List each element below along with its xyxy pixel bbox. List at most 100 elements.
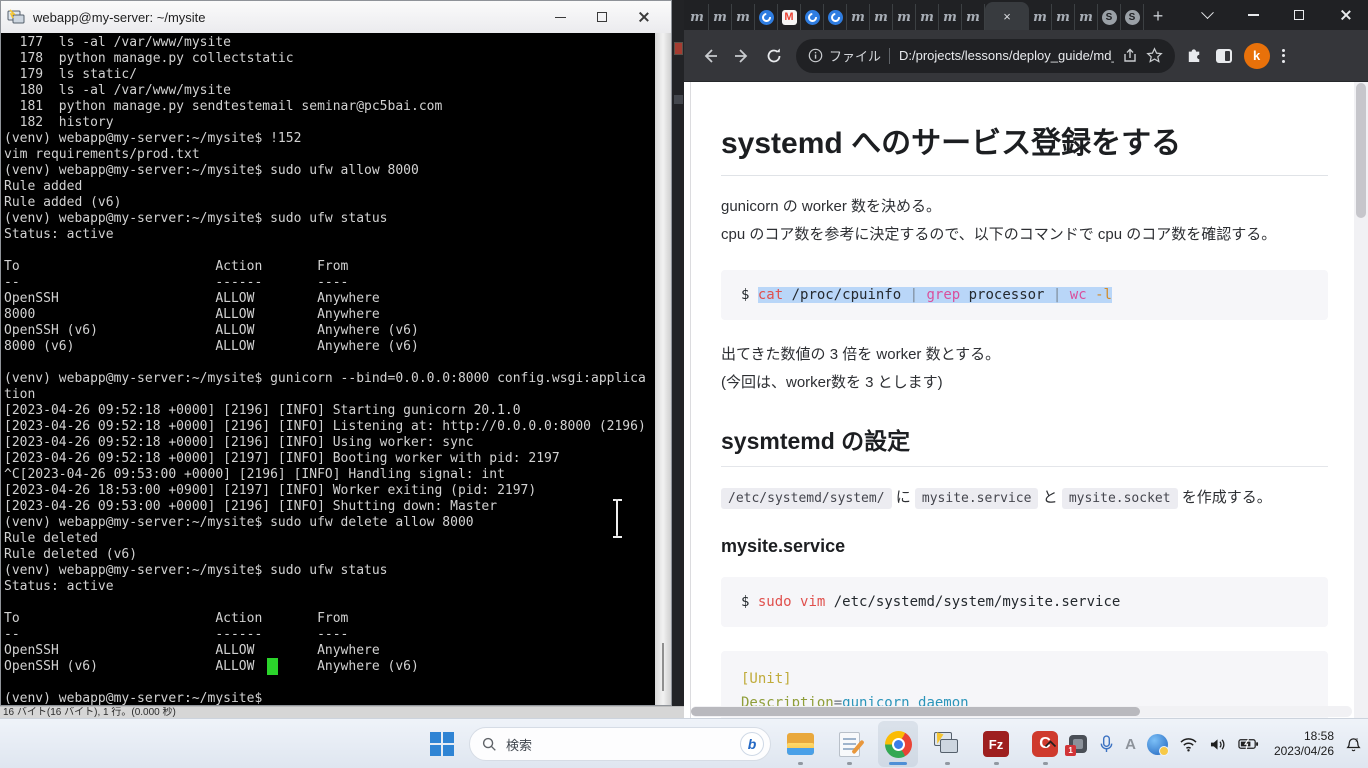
tab-md[interactable]: m — [1052, 4, 1075, 30]
active-app-indicator — [889, 762, 907, 765]
tab-blue[interactable] — [824, 4, 847, 30]
md-tab-icon: m — [1056, 10, 1070, 25]
profile-avatar[interactable]: k — [1244, 43, 1270, 69]
running-indicator — [847, 762, 852, 765]
terminal-scrollbar-thumb[interactable] — [662, 643, 664, 691]
vertical-scrollbar-thumb[interactable] — [1356, 83, 1366, 218]
browser-maximize-button[interactable] — [1276, 0, 1322, 30]
tab-search-button[interactable] — [1184, 0, 1230, 30]
globe-tab-icon: S — [1125, 10, 1140, 25]
new-tab-button[interactable]: + — [1144, 2, 1172, 30]
tab-md[interactable]: m — [1075, 4, 1098, 30]
horizontal-scrollbar-thumb[interactable] — [691, 707, 1140, 716]
volume-indicator[interactable] — [1209, 737, 1227, 752]
intro-line-2: cpu のコア数を参考に決定するので、以下のコマンドで cpu のコア数を確認す… — [721, 222, 1328, 248]
gmail-tab-icon: M — [782, 10, 797, 25]
md-tab-icon: m — [874, 10, 888, 25]
wifi-indicator[interactable] — [1179, 737, 1198, 752]
page-title: systemd へのサービス登録をする — [721, 124, 1328, 176]
tab-list: mmmMmmmmmm×mmmSS — [686, 0, 1144, 30]
back-arrow-icon — [701, 47, 719, 65]
md-tab-icon: m — [1033, 10, 1047, 25]
taskbar-app-putty[interactable] — [927, 721, 967, 767]
tab-md[interactable]: m — [709, 4, 732, 30]
notepad-icon — [839, 732, 860, 757]
windows-logo-icon — [430, 732, 454, 756]
tab-blue[interactable] — [755, 4, 778, 30]
forward-button[interactable] — [726, 40, 758, 72]
battery-charging-icon — [1238, 738, 1259, 750]
focus-assist-bell[interactable]: z — [1345, 736, 1362, 753]
putty-titlebar[interactable]: webapp@my-server: ~/mysite — [1, 1, 671, 33]
code-token: /etc/systemd/system/mysite.service — [825, 594, 1120, 610]
taskbar-clock[interactable]: 18:58 2023/04/26 — [1270, 729, 1334, 759]
putty-icon — [934, 732, 960, 756]
taskbar-search-box[interactable]: 検索 b — [469, 727, 771, 761]
tab-md[interactable]: m — [939, 4, 962, 30]
vertical-scrollbar[interactable] — [1354, 82, 1368, 718]
address-bar[interactable]: ファイル D:/projects/lessons/deploy_guide/md… — [796, 39, 1175, 73]
browser-menu-button[interactable] — [1282, 49, 1285, 63]
tab-md[interactable]: m — [870, 4, 893, 30]
tray-microphone[interactable] — [1099, 735, 1114, 754]
reload-button[interactable] — [758, 40, 790, 72]
extensions-button[interactable] — [1185, 44, 1204, 68]
terminal-scrollbar[interactable] — [655, 33, 671, 705]
svg-text:z: z — [1355, 737, 1358, 743]
tab-md[interactable]: m — [1029, 4, 1052, 30]
bing-icon[interactable]: b — [740, 732, 764, 756]
bookmark-button[interactable] — [1146, 47, 1163, 64]
tab-active[interactable]: × — [985, 2, 1029, 30]
speaker-icon — [1209, 737, 1227, 752]
microphone-icon — [1099, 735, 1114, 754]
tab-blue[interactable] — [801, 4, 824, 30]
horizontal-scrollbar[interactable] — [691, 706, 1352, 717]
taskbar-app-explorer[interactable] — [780, 721, 820, 767]
browser-close-button[interactable] — [1322, 0, 1368, 30]
code-token: に — [892, 489, 915, 506]
url-text[interactable]: D:/projects/lessons/deploy_guide/md_file… — [899, 48, 1114, 63]
tab-gmail[interactable]: M — [778, 4, 801, 30]
terminal-screen[interactable]: 177 ls -al /var/www/mysite 178 python ma… — [1, 33, 655, 705]
tab-close-icon[interactable]: × — [1003, 10, 1011, 23]
taskbar-app-notepad[interactable] — [829, 721, 869, 767]
tab-md[interactable]: m — [732, 4, 755, 30]
tab-globe[interactable]: S — [1121, 4, 1144, 30]
code-token: を作成する。 — [1178, 489, 1272, 506]
code-block-vim[interactable]: $ sudo vim /etc/systemd/system/mysite.se… — [721, 577, 1328, 627]
putty-minimize-button[interactable] — [539, 1, 581, 33]
start-button[interactable] — [424, 724, 460, 764]
tab-md[interactable]: m — [686, 4, 709, 30]
browser-minimize-button[interactable] — [1230, 0, 1276, 30]
chrome-icon — [885, 731, 912, 758]
md-tab-icon: m — [690, 10, 704, 25]
code-block-cpuinfo[interactable]: $ cat /proc/cpuinfo | grep processor | w… — [721, 270, 1328, 320]
putty-close-button[interactable] — [623, 1, 665, 33]
share-button[interactable] — [1122, 48, 1138, 64]
info-icon — [808, 48, 823, 63]
tab-md[interactable]: m — [893, 4, 916, 30]
tab-md[interactable]: m — [847, 4, 870, 30]
tray-overflow-button[interactable] — [1044, 740, 1057, 748]
ime-indicator[interactable]: A — [1125, 736, 1136, 753]
putty-window-title: webapp@my-server: ~/mysite — [33, 10, 539, 25]
chrome-window: mmmMmmmmmm×mmmSS + ファイル D:/projects/less… — [684, 0, 1368, 718]
blue-tab-icon — [759, 10, 774, 25]
battery-indicator[interactable] — [1238, 738, 1259, 750]
tray-notification-app[interactable]: 1 — [1068, 734, 1088, 754]
back-button[interactable] — [694, 40, 726, 72]
tab-md[interactable]: m — [962, 4, 985, 30]
taskbar-app-chrome[interactable] — [878, 721, 918, 767]
md-tab-icon: m — [943, 10, 957, 25]
maximize-icon — [597, 12, 607, 22]
note-line-2: (今回は、worker数を 3 とします) — [721, 370, 1328, 396]
side-panel-icon[interactable] — [1216, 49, 1232, 63]
tray-app-sphere-icon[interactable] — [1147, 734, 1168, 755]
note-line-1: 出てきた数値の 3 倍を worker 数とする。 — [721, 342, 1328, 368]
chevron-up-icon — [1044, 740, 1057, 748]
tab-md[interactable]: m — [916, 4, 939, 30]
tab-globe[interactable]: S — [1098, 4, 1121, 30]
putty-maximize-button[interactable] — [581, 1, 623, 33]
putty-app-icon — [7, 9, 25, 25]
taskbar-app-filezilla[interactable]: Fz — [976, 721, 1016, 767]
